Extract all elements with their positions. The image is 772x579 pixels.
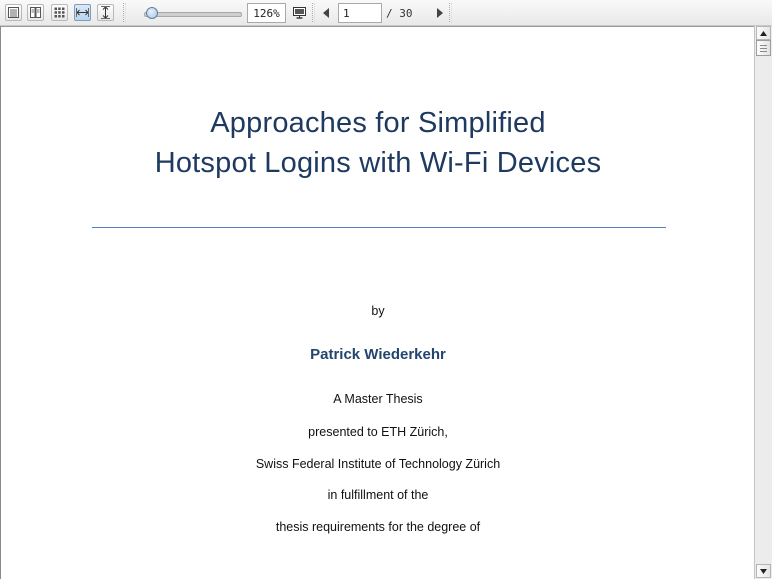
zoom-slider-handle[interactable]	[146, 7, 158, 19]
page-total-label: / 30	[386, 7, 413, 20]
fit-width-button[interactable]	[74, 4, 91, 21]
thumbnail-grid-button[interactable]	[51, 4, 68, 21]
thesis-line: A Master Thesis	[333, 392, 423, 406]
author-name: Patrick Wiederkehr	[310, 346, 446, 363]
single-page-view-button[interactable]	[5, 4, 22, 21]
viewer-toolbar: 126% 1 / 30	[0, 0, 772, 26]
next-page-icon[interactable]	[435, 6, 445, 20]
scroll-up-button[interactable]	[756, 26, 771, 40]
by-label: by	[371, 304, 385, 318]
thumbnail-grid-icon	[54, 7, 65, 18]
arrow-down-icon	[760, 568, 767, 574]
toolbar-separator	[312, 3, 315, 23]
toolbar-separator	[123, 3, 126, 23]
single-page-view-icon	[8, 7, 19, 18]
previous-page-icon[interactable]	[321, 6, 331, 20]
vertical-scrollbar[interactable]	[754, 26, 772, 579]
toolbar-separator	[449, 3, 452, 23]
two-page-view-icon	[30, 7, 41, 18]
arrow-up-icon	[760, 30, 767, 36]
thesis-line: thesis requirements for the degree of	[275, 520, 481, 534]
page-number-input[interactable]: 1	[338, 3, 382, 23]
title-divider	[92, 227, 666, 228]
presentation-mode-button[interactable]	[291, 4, 308, 21]
scrollbar-thumb[interactable]	[756, 40, 771, 56]
fit-height-icon	[101, 6, 110, 19]
scroll-down-button[interactable]	[756, 564, 771, 578]
fit-height-button[interactable]	[97, 4, 114, 21]
zoom-level-field[interactable]: 126%	[247, 3, 286, 23]
zoom-slider-track[interactable]	[144, 12, 242, 17]
monitor-icon	[293, 6, 306, 19]
document-title-line-1: Approaches for Simplified	[210, 107, 546, 139]
two-page-view-button[interactable]	[27, 4, 44, 21]
document-title-line-2: Hotspot Logins with Wi-Fi Devices	[154, 147, 602, 179]
fit-width-icon	[76, 8, 89, 17]
thesis-line: Swiss Federal Institute of Technology Zü…	[255, 457, 501, 471]
thesis-line: presented to ETH Zürich,	[308, 425, 448, 439]
document-viewport[interactable]: Approaches for Simplified Hotspot Logins…	[0, 26, 754, 579]
thesis-line: in fulfillment of the	[327, 488, 429, 502]
